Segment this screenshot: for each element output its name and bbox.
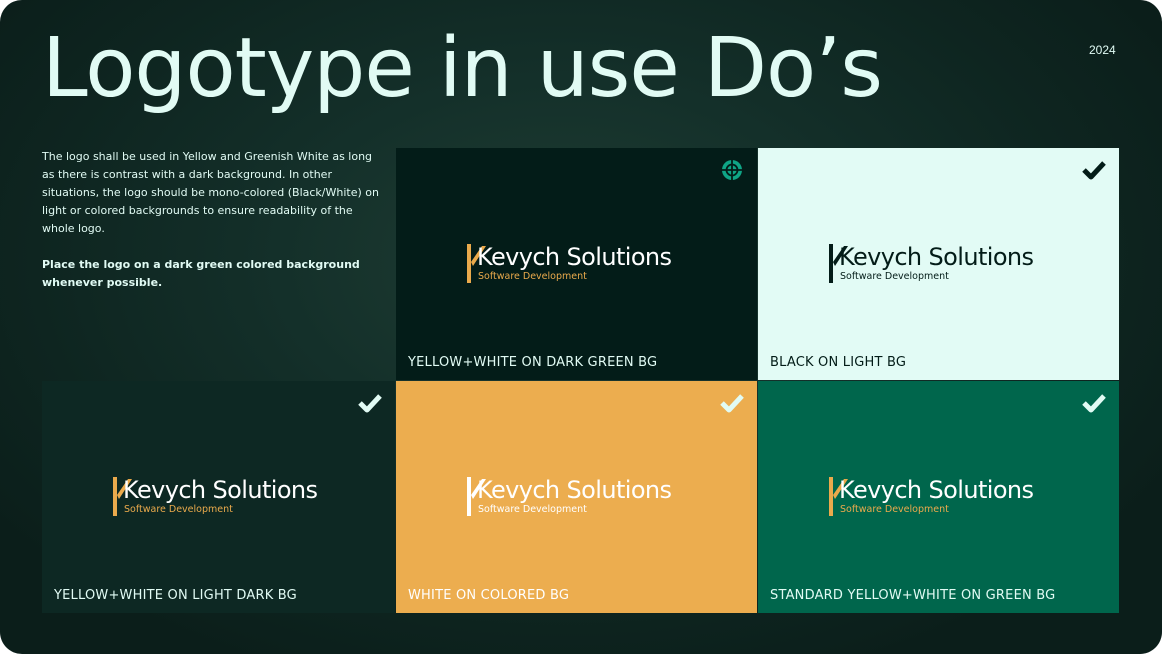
brand-logo: Kevych Solutions Software Development bbox=[113, 476, 333, 523]
tile-label: STANDARD YELLOW+WHITE ON GREEN BG bbox=[770, 588, 1056, 603]
tile-label: YELLOW+WHITE ON DARK GREEN BG bbox=[408, 355, 658, 370]
brand-logo: Kevych Solutions Software Development bbox=[467, 243, 687, 290]
brand-logo: Kevych Solutions Software Development bbox=[829, 476, 1049, 523]
tile-black-light: Kevych Solutions Software Development BL… bbox=[758, 148, 1119, 380]
tile-label: BLACK ON LIGHT BG bbox=[770, 355, 907, 370]
logo-tagline: Software Development bbox=[478, 504, 587, 515]
tile-white-colored: Kevych Solutions Software Development WH… bbox=[396, 381, 757, 613]
description-text: The logo shall be used in Yellow and Gre… bbox=[42, 150, 379, 235]
tile-yellow-white-dark-green: Kevych Solutions Software Development YE… bbox=[396, 148, 757, 380]
logo-brand-text: Kevych Solutions bbox=[839, 243, 1034, 271]
logo-brand-text: Kevych Solutions bbox=[839, 476, 1034, 504]
tile-label: YELLOW+WHITE ON LIGHT DARK BG bbox=[54, 588, 297, 603]
page-title: Logotype in use Do’s bbox=[42, 21, 883, 116]
logo-tagline: Software Development bbox=[124, 504, 233, 515]
check-icon bbox=[1082, 394, 1106, 413]
brand-logo: Kevych Solutions Software Development bbox=[829, 243, 1049, 290]
brand-logo: Kevych Solutions Software Development bbox=[467, 476, 687, 523]
target-icon bbox=[722, 160, 742, 180]
check-icon bbox=[358, 394, 382, 413]
logo-brand-text: Kevych Solutions bbox=[123, 476, 318, 504]
year-label: 2024 bbox=[1089, 43, 1116, 57]
tile-standard-yellow-white-green: Kevych Solutions Software Development ST… bbox=[758, 381, 1119, 613]
logo-tagline: Software Development bbox=[840, 271, 949, 282]
check-icon bbox=[1082, 161, 1106, 180]
check-icon bbox=[720, 394, 744, 413]
logo-brand-text: Kevych Solutions bbox=[477, 243, 672, 271]
logo-tagline: Software Development bbox=[840, 504, 949, 515]
description-emphasis: Place the logo on a dark green colored b… bbox=[42, 258, 360, 289]
tile-label: WHITE ON COLORED BG bbox=[408, 588, 570, 603]
slide: Logotype in use Do’s 2024 The logo shall… bbox=[0, 0, 1162, 654]
logo-brand-text: Kevych Solutions bbox=[477, 476, 672, 504]
logo-tagline: Software Development bbox=[478, 271, 587, 282]
tile-yellow-white-light-dark: Kevych Solutions Software Development YE… bbox=[42, 381, 395, 613]
